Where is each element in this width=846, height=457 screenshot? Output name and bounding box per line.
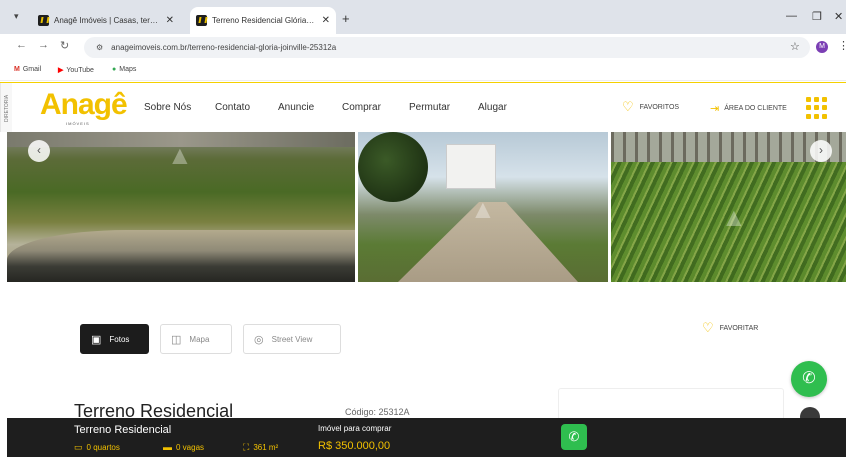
nav-sobre-nos[interactable]: Sobre Nós	[144, 102, 191, 113]
minimize-icon[interactable]: —	[786, 10, 797, 22]
site-info-icon[interactable]: ⚙	[96, 43, 103, 52]
car-icon: ▬	[163, 442, 172, 452]
close-window-icon[interactable]: ✕	[834, 10, 843, 23]
bookmark-youtube[interactable]: ▶ YouTube	[58, 66, 94, 75]
gmail-icon: M	[14, 66, 20, 73]
watermark-icon: ▲	[470, 194, 496, 224]
nav-comprar[interactable]: Comprar	[342, 102, 381, 113]
bar-title: Terreno Residencial	[74, 424, 172, 436]
maps-icon: ●	[112, 66, 117, 73]
client-area-link[interactable]: ⇥ ÁREA DO CLIENTE	[710, 102, 787, 115]
feature-area: ⛶ 361 m²	[243, 442, 278, 453]
bookmark-gmail[interactable]: M Gmail	[14, 66, 41, 73]
profile-avatar[interactable]: M	[816, 41, 828, 53]
reload-icon[interactable]: ↻	[60, 39, 69, 52]
favoritar-button[interactable]: ♡ FAVORITAR	[702, 320, 759, 335]
client-area-label: ÁREA DO CLIENTE	[724, 105, 787, 112]
browser-menu-icon[interactable]: ⋮	[838, 39, 846, 52]
anage-logo[interactable]: Anagê IMÓVEIS	[40, 88, 128, 126]
favorites-link[interactable]: ♡ FAVORITOS	[622, 99, 680, 114]
site-header: DIRETORIA Anagê IMÓVEIS Sobre Nós Contat…	[0, 82, 846, 133]
tab-label: Mapa	[189, 334, 210, 344]
gallery-next-icon[interactable]: ›	[810, 140, 832, 162]
area-icon: ⛶	[243, 442, 250, 452]
nav-anuncie[interactable]: Anuncie	[278, 102, 314, 113]
new-tab-icon[interactable]: +	[342, 11, 350, 26]
feature-parking: ▬ 0 vagas	[163, 442, 204, 452]
forward-icon[interactable]: →	[38, 39, 49, 51]
whatsapp-contact-button[interactable]: ✆	[561, 424, 587, 450]
sticky-listing-bar: Terreno Residencial ▭ 0 quartos ▬ 0 vaga…	[7, 418, 846, 457]
youtube-icon: ▶	[58, 67, 64, 74]
browser-tab-2-active[interactable]: Terreno Residencial Glória Joinville ✕	[190, 7, 336, 34]
restore-icon[interactable]: ❐	[812, 10, 822, 23]
logo-word: Anagê	[40, 88, 128, 121]
tab-street-view[interactable]: ◎ Street View	[243, 324, 341, 354]
heart-icon: ♡	[702, 320, 714, 335]
login-icon: ⇥	[710, 103, 720, 115]
browser-toolbar: ← → ↻ ⚙ anageimoveis.com.br/terreno-resi…	[0, 34, 846, 60]
tab-search-icon[interactable]: ▾	[14, 11, 19, 22]
gallery-photo-2[interactable]: ▲	[358, 132, 608, 282]
nav-contato[interactable]: Contato	[215, 102, 250, 113]
bookmark-label: Gmail	[22, 66, 42, 73]
tab-title: Terreno Residencial Glória Joinville	[212, 16, 316, 25]
tab-title: Anagê Imóveis | Casas, terrenos	[54, 15, 160, 25]
apps-grid-icon[interactable]	[806, 97, 828, 119]
buy-label: Imóvel para comprar	[318, 424, 392, 433]
nav-permutar[interactable]: Permutar	[409, 102, 450, 113]
close-tab-icon[interactable]: ✕	[322, 15, 330, 26]
browser-tab-strip: ▾ Anagê Imóveis | Casas, terrenos ✕ Terr…	[0, 0, 846, 34]
bookmarks-bar: M Gmail ▶ YouTube ● Maps	[0, 60, 846, 81]
favorites-label: FAVORITOS	[639, 103, 680, 111]
anage-favicon-icon	[38, 14, 49, 26]
tab-mapa[interactable]: ◫ Mapa	[160, 324, 232, 354]
nav-alugar[interactable]: Alugar	[478, 102, 507, 113]
favoritar-label: FAVORITAR	[719, 324, 759, 332]
side-tag[interactable]: DIRETORIA	[0, 83, 12, 133]
bookmark-label: YouTube	[66, 66, 94, 74]
parking-value: 0 vagas	[176, 442, 205, 452]
listing-code: Código: 25312A	[345, 407, 410, 417]
back-icon[interactable]: ←	[16, 39, 27, 51]
feature-bedrooms: ▭ 0 quartos	[74, 442, 120, 453]
tab-label: Fotos	[109, 334, 130, 344]
whatsapp-icon: ✆	[802, 370, 816, 387]
whatsapp-floating-button[interactable]: ✆	[791, 361, 827, 397]
bookmark-star-icon[interactable]: ☆	[790, 40, 800, 53]
watermark-icon: ▲	[721, 202, 747, 232]
street-view-icon: ◎	[254, 333, 264, 346]
url-text: anageimoveis.com.br/terreno-residencial-…	[111, 43, 337, 52]
area-value: 361 m²	[253, 443, 279, 452]
watermark-icon: ▲	[167, 140, 193, 170]
heart-icon: ♡	[622, 99, 634, 114]
price: R$ 350.000,00	[318, 440, 391, 452]
whatsapp-icon: ✆	[568, 429, 580, 444]
tab-label: Street View	[271, 334, 313, 344]
photo-gallery: ▲ ▲ ▲ ‹ ›	[0, 132, 846, 286]
image-icon: ▣	[91, 333, 102, 346]
bed-icon: ▭	[74, 442, 83, 452]
browser-tab-1[interactable]: Anagê Imóveis | Casas, terrenos ✕	[32, 9, 180, 31]
bookmark-label: Maps	[119, 66, 137, 73]
close-tab-icon[interactable]: ✕	[166, 15, 174, 26]
bookmark-maps[interactable]: ● Maps	[112, 66, 136, 73]
address-bar[interactable]: ⚙ anageimoveis.com.br/terreno-residencia…	[84, 37, 810, 58]
gallery-photo-1[interactable]: ▲	[7, 132, 355, 282]
gallery-prev-icon[interactable]: ‹	[28, 140, 50, 162]
bedrooms-value: 0 quartos	[86, 443, 120, 452]
anage-favicon-icon	[196, 15, 207, 26]
logo-sub: IMÓVEIS	[66, 121, 90, 126]
map-icon: ◫	[171, 333, 182, 346]
tab-fotos[interactable]: ▣ Fotos	[80, 324, 149, 354]
